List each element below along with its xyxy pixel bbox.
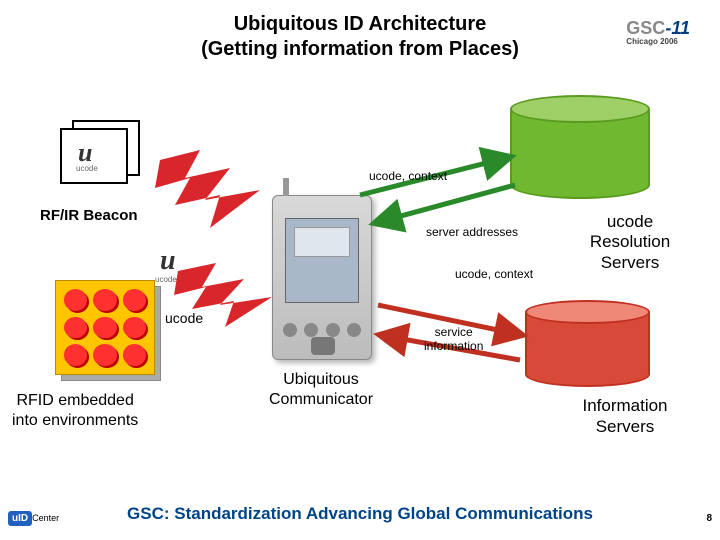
si2: information — [424, 339, 483, 353]
comm-label2: Communicator — [269, 391, 373, 408]
rfid-dot — [123, 344, 146, 366]
rfid-dot — [93, 289, 116, 311]
rfid-dot — [64, 317, 87, 339]
lightning-icon — [170, 255, 280, 330]
dbr1: Information — [582, 396, 667, 415]
device-buttons — [283, 323, 361, 337]
flow-service-info: service information — [424, 326, 483, 354]
device-btn — [283, 323, 297, 337]
rfid-dot — [64, 344, 87, 366]
comm-label1: Ubiquitous — [283, 371, 359, 388]
rfid-dot — [123, 317, 146, 339]
device-btn — [326, 323, 340, 337]
device-antenna — [283, 178, 289, 196]
rfid-dot — [93, 344, 116, 366]
db-green-label: ucode Resolution Servers — [560, 212, 700, 273]
beacon-u-sub: ucode — [76, 164, 98, 173]
screen-inner — [294, 227, 350, 257]
db-top — [525, 300, 650, 324]
flow-ucode-context-mid: ucode, context — [455, 267, 533, 281]
db-top — [510, 95, 650, 123]
footer-tagline: GSC: Standardization Advancing Global Co… — [0, 504, 720, 524]
dbr2: Servers — [596, 417, 655, 436]
beacon-label: RF/IR Beacon — [40, 207, 138, 224]
db-red-label: Information Servers — [555, 395, 695, 438]
rfid-front — [55, 280, 155, 375]
rfid-label: RFID embedded into environments — [12, 391, 138, 431]
rfid-dot — [93, 317, 116, 339]
diagram-canvas: u ucode RF/IR Beacon u ucode ucode RFID … — [0, 95, 720, 490]
title-line2: (Getting information from Places) — [201, 38, 519, 60]
rfid-dot — [64, 289, 87, 311]
device-screen — [285, 218, 359, 303]
flow-ucode-context-up: ucode, context — [369, 169, 447, 183]
communicator-device — [272, 195, 372, 360]
device-dpad — [311, 337, 335, 355]
lightning-icon — [150, 140, 270, 230]
logo-sub: Chicago 2006 — [626, 37, 690, 46]
dbg2: Resolution — [590, 232, 670, 251]
flow-server-addresses: server addresses — [426, 225, 518, 239]
logo-num: 11 — [671, 18, 690, 38]
dbg3: Servers — [601, 253, 660, 272]
si1: service — [435, 325, 473, 339]
communicator-label: Ubiquitous Communicator — [246, 370, 396, 410]
cube-front: u ucode — [60, 128, 128, 184]
dbg1: ucode — [607, 212, 653, 231]
slide-title: Ubiquitous ID Architecture (Getting info… — [0, 0, 720, 62]
device-btn — [347, 323, 361, 337]
device-btn — [304, 323, 318, 337]
ucode-resolution-db — [510, 95, 650, 199]
rfid-dot — [123, 289, 146, 311]
page-number: 8 — [706, 513, 712, 524]
gsc-logo: GSC-11 Chicago 2006 — [626, 18, 690, 46]
rfid-label1: RFID embedded — [16, 392, 133, 409]
rfid-label2: into environments — [12, 412, 138, 429]
logo-prefix: GSC — [626, 18, 665, 38]
title-line1: Ubiquitous ID Architecture — [234, 13, 487, 35]
information-db — [525, 300, 650, 387]
